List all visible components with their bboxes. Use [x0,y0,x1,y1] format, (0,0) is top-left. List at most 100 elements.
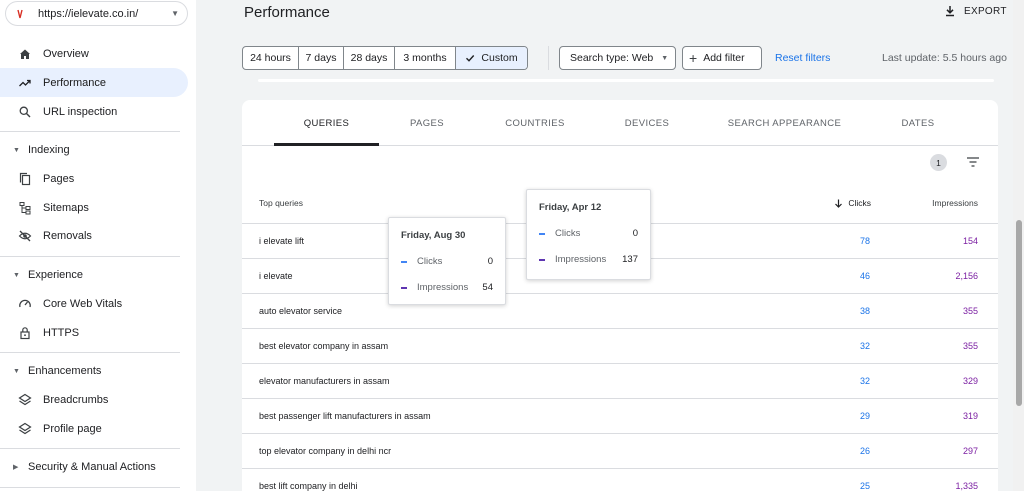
add-filter-button[interactable]: + Add filter [682,46,762,70]
layers-icon [18,422,32,436]
sidebar-item-breadcrumbs[interactable]: Breadcrumbs [0,385,188,414]
column-header-clicks[interactable]: Clicks [834,198,871,208]
sidebar-item-performance[interactable]: Performance [0,68,188,97]
speed-gauge-icon [18,297,32,311]
table-row[interactable]: top elevator company in delhi ncr 26 297 [242,434,998,469]
query-cell: auto elevator service [259,306,343,316]
dimension-tabs: QUERIES PAGES COUNTRIES DEVICES SEARCH A… [242,100,998,146]
chevron-down-icon: ▼ [171,9,179,18]
sitemap-icon [18,201,32,215]
tooltip-impressions-value: 137 [622,254,638,265]
caret-down-icon: ▼ [13,367,20,375]
tooltip-clicks-label: Clicks [417,256,443,267]
clicks-cell: 32 [859,376,870,386]
pages-icon [18,172,32,186]
table-row[interactable]: auto elevator service 38 355 [242,294,998,329]
column-header-impressions[interactable]: Impressions [932,198,978,208]
impressions-legend-swatch [539,258,545,261]
chart-tooltip: Friday, Aug 30 Clicks 0 Impressions 54 [388,217,506,305]
date-range-custom[interactable]: Custom [456,47,527,69]
query-cell: i elevate [259,271,293,281]
tab-label: PAGES [409,117,445,129]
impressions-cell: 355 [962,341,978,351]
table-row[interactable]: best lift company in delhi 25 1,335 [242,469,998,491]
clicks-cell: 26 [859,446,870,456]
sidebar-item-removals[interactable]: Removals [0,221,188,250]
chart-tooltip: Friday, Apr 12 Clicks 0 Impressions 137 [526,189,651,280]
clicks-cell: 32 [859,341,870,351]
sidebar-item-label: Profile page [43,422,102,435]
impressions-cell: 319 [962,411,978,421]
impressions-legend-swatch [401,286,407,289]
plus-icon: + [689,50,698,66]
tab-queries[interactable]: QUERIES [274,100,379,146]
divider [0,131,180,132]
date-range-3-months[interactable]: 3 months [395,47,456,69]
table-row[interactable]: best elevator company in assam 32 355 [242,329,998,364]
tab-label: SEARCH APPEARANCE [727,117,842,129]
tooltip-clicks-value: 0 [632,228,638,239]
search-type-dropdown[interactable]: Search type: Web ▼ [559,46,676,70]
sidebar-item-label: Performance [43,76,106,89]
column-header-query: Top queries [259,198,303,208]
arrow-down-icon [835,199,843,208]
query-cell: best elevator company in assam [259,341,389,351]
date-range-24-hours[interactable]: 24 hours [243,47,299,69]
sidebar-item-url-inspection[interactable]: URL inspection [0,97,188,126]
section-title: Enhancements [28,365,102,377]
query-cell: elevator manufacturers in assam [259,376,390,386]
impressions-cell: 1,335 [955,481,978,491]
table-row[interactable]: elevator manufacturers in assam 32 329 [242,364,998,399]
date-range-28-days[interactable]: 28 days [344,47,395,69]
trending-up-icon [18,76,32,90]
search-type-label: Search type: Web [570,52,654,64]
section-indexing[interactable]: ▼ Indexing [0,138,188,162]
sidebar-item-core-web-vitals[interactable]: Core Web Vitals [0,289,188,318]
sidebar-item-label: Overview [43,47,89,60]
clicks-cell: 38 [859,306,870,316]
section-enhancements[interactable]: ▼ Enhancements [0,359,188,383]
query-cell: best passenger lift manufacturers in ass… [259,411,431,421]
sidebar: https://ielevate.co.in/ ▼ Overview Perfo… [0,0,196,491]
sidebar-item-sitemaps[interactable]: Sitemaps [0,193,188,222]
eye-off-icon [18,229,32,243]
reset-filters-link[interactable]: Reset filters [775,52,830,64]
sidebar-item-https[interactable]: HTTPS [0,318,188,347]
sidebar-item-pages[interactable]: Pages [0,164,188,193]
sidebar-item-profile-page[interactable]: Profile page [0,414,188,443]
sidebar-item-label: Removals [43,229,92,242]
divider [0,448,180,449]
page-scrollbar-thumb[interactable] [1016,220,1022,406]
last-update-text: Last update: 5.5 hours ago [882,52,1007,64]
table-row[interactable]: best passenger lift manufacturers in ass… [242,399,998,434]
tab-label: DEVICES [624,117,670,129]
section-security[interactable]: ▶ Security & Manual Actions [0,455,188,479]
property-selector[interactable]: https://ielevate.co.in/ ▼ [5,1,188,26]
tooltip-date: Friday, Aug 30 [401,230,466,241]
tab-search-appearance[interactable]: SEARCH APPEARANCE [712,100,857,146]
tab-dates[interactable]: DATES [870,100,966,146]
tab-devices[interactable]: DEVICES [598,100,696,146]
active-tab-indicator [274,143,379,146]
home-icon [18,47,32,61]
query-cell: top elevator company in delhi ncr [259,446,392,456]
filter-count-badge[interactable]: 1 [930,154,947,171]
sidebar-item-overview[interactable]: Overview [0,39,188,68]
date-range-label: 24 hours [250,52,291,64]
export-button[interactable]: EXPORT [944,5,1007,17]
tab-countries[interactable]: COUNTRIES [485,100,585,146]
filter-list-icon[interactable] [966,156,980,168]
divider [0,256,180,257]
date-range-label: 3 months [403,52,447,64]
section-experience[interactable]: ▼ Experience [0,263,188,287]
date-range-7-days[interactable]: 7 days [299,47,344,69]
sidebar-item-label: Sitemaps [43,201,89,214]
lock-icon [18,326,32,340]
tooltip-clicks-row: Clicks 0 [539,228,638,239]
results-card: QUERIES PAGES COUNTRIES DEVICES SEARCH A… [242,100,998,491]
sidebar-item-label: Pages [43,172,75,185]
layers-icon [18,393,32,407]
page-title: Performance [244,4,330,21]
tab-pages[interactable]: PAGES [379,100,475,146]
section-title: Experience [28,269,84,281]
